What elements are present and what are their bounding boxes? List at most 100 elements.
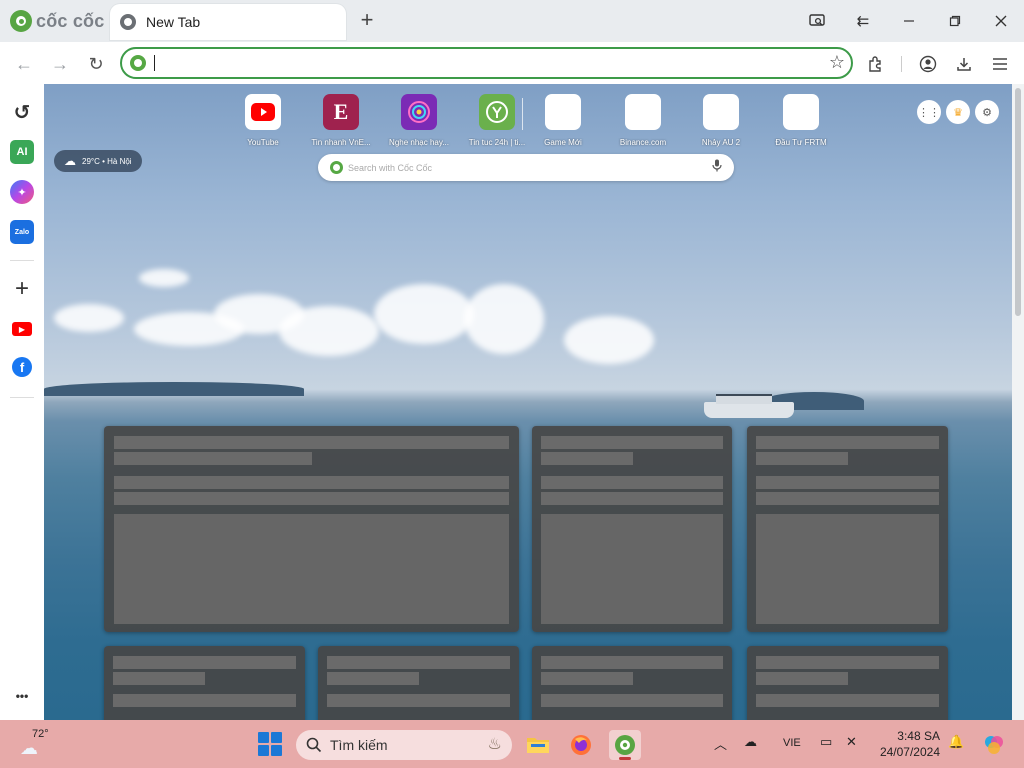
- tab-strip: cốc cốc New Tab + ⇇: [0, 0, 1024, 42]
- shortcut-nhay-au[interactable]: Nhảy AU 2: [686, 94, 756, 147]
- news-card[interactable]: [104, 646, 305, 720]
- shortcut-label: Tin nhanh VnE...: [311, 138, 371, 147]
- add-icon[interactable]: +: [10, 275, 34, 302]
- profile-button[interactable]: [916, 52, 940, 76]
- brand-name: cốc cốc: [36, 10, 105, 31]
- taskbar-file-explorer[interactable]: [522, 730, 554, 760]
- extensions-button[interactable]: [864, 52, 888, 76]
- coccoc-search-icon: [330, 161, 343, 174]
- placeholder-line: [541, 672, 633, 685]
- microphone-icon[interactable]: [712, 159, 722, 175]
- more-icon[interactable]: •••: [10, 684, 34, 708]
- shortcut-youtube[interactable]: YouTube: [228, 94, 298, 147]
- weather-text: 29°C • Hà Nội: [82, 156, 132, 166]
- facebook-icon[interactable]: f: [12, 357, 32, 377]
- close-icon: [995, 15, 1007, 27]
- placeholder-line: [114, 492, 509, 505]
- tray-network-icon[interactable]: ▭: [820, 734, 832, 750]
- youtube-icon[interactable]: ▶: [12, 322, 32, 336]
- close-button[interactable]: [986, 8, 1016, 34]
- minimize-button[interactable]: [894, 8, 924, 34]
- ai-icon[interactable]: AI: [10, 140, 34, 164]
- forward-button[interactable]: →: [47, 51, 73, 77]
- address-input[interactable]: [152, 51, 812, 75]
- background-cloud: [564, 316, 654, 364]
- blank-icon: [625, 94, 661, 130]
- shortcut-binance[interactable]: Binance.com: [608, 94, 678, 147]
- downloads-button[interactable]: [952, 52, 976, 76]
- tab-search-button[interactable]: [802, 8, 832, 34]
- back-arrow-button[interactable]: ⇇: [848, 8, 878, 34]
- tray-chevron-up-icon[interactable]: ︿: [714, 734, 727, 753]
- windows-logo-icon: [258, 732, 269, 743]
- taskbar-firefox[interactable]: [565, 730, 597, 760]
- shortcut-dau-tu[interactable]: Đầu Tư FRTM: [766, 94, 836, 147]
- shortcut-vnexpress[interactable]: E Tin nhanh VnE...: [306, 94, 376, 147]
- search-icon: [306, 737, 322, 753]
- coccoc-logo-icon: [10, 10, 32, 32]
- placeholder-line: [756, 452, 848, 465]
- shortcut-label: Binance.com: [619, 138, 667, 147]
- newtab-search-input[interactable]: [348, 158, 688, 177]
- back-button[interactable]: ←: [11, 51, 37, 77]
- placeholder-line: [541, 452, 633, 465]
- new-tab-button[interactable]: +: [356, 9, 378, 32]
- placeholder-image: [114, 514, 509, 624]
- tab-new-tab[interactable]: New Tab: [110, 4, 346, 40]
- sidebar: ↺ AI ✦ Zalo + ▶ f •••: [0, 84, 44, 720]
- blank-icon: [703, 94, 739, 130]
- tray-language[interactable]: VIE: [783, 737, 801, 749]
- maximize-button[interactable]: [940, 8, 970, 34]
- placeholder-line: [756, 694, 939, 707]
- notification-bell-icon[interactable]: 🔔: [948, 734, 964, 750]
- clock-date: 24/07/2024: [879, 745, 940, 759]
- browser-brand[interactable]: cốc cốc: [10, 8, 104, 34]
- scrollbar-thumb[interactable]: [1015, 88, 1021, 316]
- zalo-icon[interactable]: Zalo: [10, 220, 34, 244]
- tab-favicon-icon: [120, 14, 136, 30]
- shortcut-grid: YouTube E Tin nhanh VnE... Nghe nhạc hay…: [228, 94, 848, 154]
- tray-onedrive-icon[interactable]: ☁: [744, 734, 757, 750]
- customize-button[interactable]: ⚙: [975, 100, 999, 124]
- messenger-icon[interactable]: ✦: [10, 180, 34, 204]
- menu-button[interactable]: [988, 52, 1012, 76]
- taskbar-weather-temp: 72°: [32, 728, 49, 740]
- news-card[interactable]: [747, 646, 948, 720]
- apps-grid-button[interactable]: ⋮⋮: [917, 100, 941, 124]
- music-icon: [401, 94, 437, 130]
- history-icon[interactable]: ↺: [10, 100, 34, 124]
- newtab-search-box[interactable]: [318, 154, 734, 181]
- tray-volume-muted-icon[interactable]: ✕: [846, 734, 857, 750]
- shortcut-game-moi[interactable]: Game Mới: [528, 94, 598, 147]
- placeholder-image: [756, 514, 939, 624]
- weather-widget[interactable]: ☁ 29°C • Hà Nội: [54, 150, 142, 172]
- shortcut-label: YouTube: [247, 138, 279, 147]
- news-card[interactable]: [532, 426, 732, 632]
- restore-icon: [949, 15, 961, 27]
- news-card[interactable]: [318, 646, 519, 720]
- background-cloud: [464, 284, 544, 354]
- taskbar-weather[interactable]: ☁ 72°: [18, 728, 58, 758]
- taskbar-coccoc[interactable]: [609, 730, 641, 760]
- start-button[interactable]: [258, 732, 282, 756]
- news-card[interactable]: [532, 646, 732, 720]
- reload-button[interactable]: ↻: [83, 51, 109, 77]
- shortcut-music[interactable]: Nghe nhạc hay...: [384, 94, 454, 147]
- taskbar-search[interactable]: Tìm kiếm ♨: [296, 730, 512, 760]
- taskbar-copilot[interactable]: [978, 730, 1010, 760]
- news-card[interactable]: [747, 426, 948, 632]
- placeholder-line: [113, 694, 296, 707]
- page-scrollbar[interactable]: [1012, 84, 1024, 720]
- apps-grid-icon: ⋮⋮: [918, 106, 940, 119]
- placeholder-line: [113, 656, 296, 669]
- bookmark-star-icon[interactable]: ☆: [829, 52, 845, 73]
- firefox-icon: [571, 735, 591, 755]
- address-bar[interactable]: ☆: [120, 47, 853, 79]
- taskbar-clock[interactable]: 3:48 SA 24/07/2024: [876, 728, 940, 760]
- placeholder-line: [327, 656, 510, 669]
- premium-button[interactable]: ♛: [946, 100, 970, 124]
- taskbar-search-label: Tìm kiếm: [330, 737, 388, 753]
- news-card-large[interactable]: [104, 426, 519, 632]
- placeholder-line: [114, 452, 312, 465]
- profile-icon: [919, 55, 937, 73]
